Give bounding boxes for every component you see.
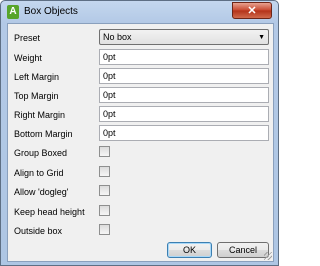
bottom-margin-label: Bottom Margin (14, 129, 73, 139)
group-boxed-row: Group Boxed (8, 144, 273, 162)
keep-head-height-label: Keep head height (14, 207, 85, 217)
outside-box-row: Outside box (8, 222, 273, 240)
top-margin-row: Top Margin 0pt (8, 87, 273, 105)
right-margin-field[interactable]: 0pt (99, 106, 269, 122)
preset-row: Preset No box ▼ (8, 29, 273, 47)
right-margin-label: Right Margin (14, 110, 66, 120)
bottom-margin-field[interactable]: 0pt (99, 125, 269, 141)
allow-dogleg-label: Allow 'dogleg' (14, 187, 69, 197)
group-boxed-checkbox[interactable] (99, 146, 110, 157)
keep-head-height-row: Keep head height (8, 203, 273, 221)
preset-value: No box (103, 32, 132, 42)
left-margin-row: Left Margin 0pt (8, 68, 273, 86)
bottom-margin-row: Bottom Margin 0pt (8, 125, 273, 143)
outside-box-checkbox[interactable] (99, 224, 110, 235)
top-margin-field[interactable]: 0pt (99, 87, 269, 103)
ok-button[interactable]: OK (167, 242, 212, 258)
app-icon: A (7, 5, 19, 19)
preset-label: Preset (14, 33, 41, 43)
outside-box-label: Outside box (14, 226, 63, 236)
preset-dropdown[interactable]: No box ▼ (99, 29, 269, 45)
window-title: Box Objects (24, 6, 78, 17)
keep-head-height-checkbox[interactable] (99, 205, 110, 216)
align-to-grid-row: Align to Grid (8, 164, 273, 182)
box-objects-dialog: A Box Objects ✕ Preset No box ▼ Weight 0… (0, 0, 279, 266)
left-margin-field[interactable]: 0pt (99, 68, 269, 84)
close-button[interactable]: ✕ (232, 2, 272, 19)
left-margin-label: Left Margin (14, 72, 60, 82)
align-to-grid-checkbox[interactable] (99, 166, 110, 177)
weight-field[interactable]: 0pt (99, 49, 269, 65)
resize-grip-icon[interactable] (264, 252, 272, 260)
right-margin-row: Right Margin 0pt (8, 106, 273, 124)
weight-row: Weight 0pt (8, 49, 273, 67)
group-boxed-label: Group Boxed (14, 148, 68, 158)
dialog-body: Preset No box ▼ Weight 0pt Left Margin 0… (7, 23, 274, 262)
weight-label: Weight (14, 53, 42, 63)
allow-dogleg-row: Allow 'dogleg' (8, 183, 273, 201)
align-to-grid-label: Align to Grid (14, 168, 64, 178)
cancel-button[interactable]: Cancel (217, 242, 269, 258)
top-margin-label: Top Margin (14, 91, 59, 101)
chevron-down-icon: ▼ (258, 34, 265, 41)
close-icon: ✕ (247, 5, 257, 17)
allow-dogleg-checkbox[interactable] (99, 185, 110, 196)
title-bar[interactable]: A Box Objects ✕ (1, 1, 278, 23)
